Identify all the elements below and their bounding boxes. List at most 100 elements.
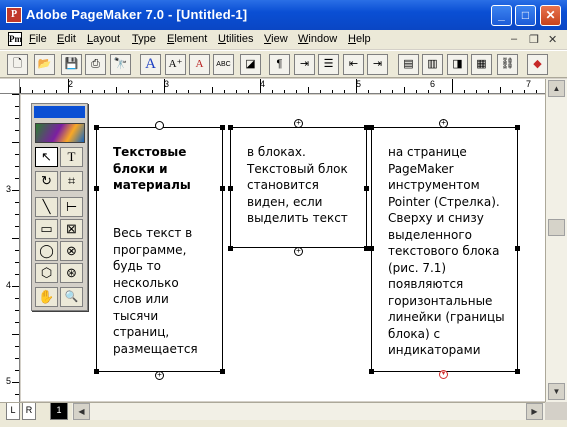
page-1-tab[interactable]: 1 [50, 403, 68, 420]
polygon-frame-tool[interactable]: ⊛ [60, 263, 83, 283]
spelling-icon[interactable]: ABC [213, 54, 234, 75]
selection-handle[interactable] [515, 125, 520, 130]
windowshade-top[interactable] [155, 121, 164, 130]
outdent-icon[interactable]: ⇤ [343, 54, 364, 75]
scroll-down-button[interactable]: ▼ [548, 383, 565, 400]
hand-tool[interactable]: ✋ [35, 287, 58, 307]
rectangle-frame-x-tool[interactable]: ⊠ [60, 219, 83, 239]
selection-handle[interactable] [369, 369, 374, 374]
indent-icon[interactable]: ⇥ [367, 54, 388, 75]
indents-tabs-icon[interactable]: ⇥ [294, 54, 315, 75]
horizontal-ruler[interactable]: 2 3 4 5 6 7 [20, 79, 552, 94]
toolbox-palette[interactable]: ↖ T ↻ ⌗ ╲ ⊢ ▭ ⊠ ◯ ⊗ ⬡ ⊛ ✋ 🔍 [31, 103, 88, 311]
maximize-button[interactable]: □ [515, 5, 536, 26]
layout-canvas[interactable]: Текстовые блоки и материалы Весь текст в… [21, 95, 545, 401]
save-icon[interactable]: 💾 [61, 54, 82, 75]
master-pages-icon[interactable]: ▤ [398, 54, 419, 75]
styles-icon[interactable]: ▥ [422, 54, 443, 75]
windowshade-bottom[interactable]: + [294, 247, 303, 256]
selection-handle[interactable] [364, 186, 369, 191]
horizontal-scrollbar[interactable]: ◀ ▶ [72, 402, 545, 420]
link-icon[interactable]: ⛓ [497, 54, 518, 75]
close-button[interactable]: ✕ [540, 5, 561, 26]
windowshade-top[interactable]: + [294, 119, 303, 128]
layers-icon[interactable]: ◨ [447, 54, 468, 75]
windowshade-bottom[interactable]: + [155, 371, 164, 380]
ruler-label-v3: 3 [6, 184, 12, 194]
ellipse-tool[interactable]: ◯ [35, 241, 58, 261]
selection-handle[interactable] [515, 369, 520, 374]
ruler-label-4: 4 [260, 79, 266, 89]
windowshade-top[interactable]: + [439, 119, 448, 128]
line-tool[interactable]: ╲ [35, 197, 58, 217]
doc-minimize-button[interactable]: – [511, 33, 517, 45]
menu-help[interactable]: Help [348, 33, 371, 45]
open-icon[interactable]: 📂 [34, 54, 55, 75]
menu-file[interactable]: File [29, 33, 47, 45]
bullets-icon[interactable]: ☰ [318, 54, 339, 75]
menu-element[interactable]: Element [167, 33, 207, 45]
rectangle-frame-tool[interactable]: ▭ [35, 219, 58, 239]
constrained-line-tool[interactable]: ⊢ [60, 197, 83, 217]
doc-restore-button[interactable]: ❐ [529, 33, 539, 46]
ellipse-frame-tool[interactable]: ⊗ [60, 241, 83, 261]
scroll-up-button[interactable]: ▲ [548, 80, 565, 97]
selection-handle[interactable] [228, 186, 233, 191]
selection-handle[interactable] [228, 125, 233, 130]
vertical-scrollbar[interactable]: ▲ ▼ [545, 79, 567, 402]
export-pdf-icon[interactable]: ◆ [527, 54, 548, 75]
toolbar: 🗋 📂 💾 ⎙ 🔭 A A⁺ A ABC ◪ ¶ ⇥ ☰ ⇤ ⇥ ▤ ▥ ◨ ▦… [0, 50, 567, 78]
selection-handle[interactable] [94, 125, 99, 130]
windowshade-overflow[interactable]: ▼ [439, 370, 448, 379]
selection-handle[interactable] [515, 246, 520, 251]
ruler-label-5: 5 [356, 79, 362, 89]
pagemaker-app-icon[interactable]: P [6, 7, 22, 23]
new-icon[interactable]: 🗋 [7, 54, 28, 75]
type-specs-color-icon[interactable]: A [189, 54, 210, 75]
scroll-right-button[interactable]: ▶ [526, 403, 543, 420]
selection-handle[interactable] [220, 369, 225, 374]
paragraph-icon[interactable]: ¶ [269, 54, 290, 75]
scroll-left-button[interactable]: ◀ [73, 403, 90, 420]
zoom-tool[interactable]: 🔍 [60, 287, 83, 307]
crop-tool[interactable]: ⌗ [60, 171, 83, 191]
toolbox-title-bar[interactable] [34, 106, 85, 118]
menu-utilities[interactable]: Utilities [218, 33, 253, 45]
selection-handle[interactable] [369, 246, 374, 251]
menu-layout[interactable]: Layout [87, 33, 120, 45]
selection-handle[interactable] [94, 369, 99, 374]
right-master-page-tab[interactable]: R [22, 403, 36, 420]
doc-close-button[interactable]: ✕ [548, 33, 557, 46]
menu-type[interactable]: Type [132, 33, 156, 45]
selection-handle[interactable] [369, 125, 374, 130]
selection-handle[interactable] [94, 186, 99, 191]
ruler-label-7: 7 [526, 79, 532, 89]
window-title: Adobe PageMaker 7.0 - [Untitled-1] [26, 7, 248, 22]
text-block-1[interactable]: Текстовые блоки и материалы Весь текст в… [96, 127, 223, 372]
vertical-scroll-thumb[interactable] [548, 219, 565, 236]
selection-handle[interactable] [228, 246, 233, 251]
print-icon[interactable]: ⎙ [85, 54, 106, 75]
rotate-tool[interactable]: ↻ [35, 171, 58, 191]
pointer-tool[interactable]: ↖ [35, 147, 58, 167]
selection-handle[interactable] [220, 125, 225, 130]
menu-window[interactable]: Window [298, 33, 337, 45]
find-icon[interactable]: 🔭 [110, 54, 131, 75]
selection-handle[interactable] [220, 186, 225, 191]
colors-icon[interactable]: ▦ [471, 54, 492, 75]
text-tool[interactable]: T [60, 147, 83, 167]
text-block-2[interactable]: в блоках. Текстовый блок становится виде… [230, 127, 367, 248]
text-block-body: на странице PageMaker инструментом Point… [388, 145, 505, 357]
left-master-page-tab[interactable]: L [6, 403, 20, 420]
menu-view[interactable]: View [264, 33, 288, 45]
character-icon[interactable]: A [140, 54, 161, 75]
vertical-ruler[interactable]: 3 4 5 [0, 94, 20, 402]
fill-stroke-icon[interactable]: ◪ [240, 54, 261, 75]
ruler-origin[interactable] [0, 79, 20, 94]
document-icon[interactable]: Pm [8, 32, 22, 46]
type-specs-icon[interactable]: A⁺ [165, 54, 186, 75]
menu-edit[interactable]: Edit [57, 33, 76, 45]
polygon-tool[interactable]: ⬡ [35, 263, 58, 283]
text-block-3[interactable]: на странице PageMaker инструментом Point… [371, 127, 518, 372]
minimize-button[interactable]: _ [491, 5, 512, 26]
